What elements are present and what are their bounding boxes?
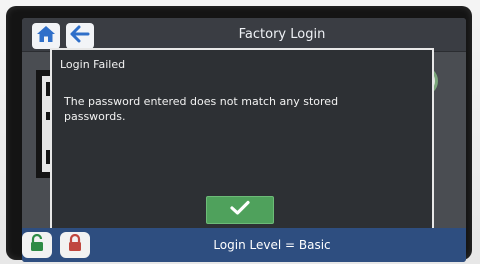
checkmark-icon [230,200,250,220]
dialog-title: Login Failed [60,58,126,71]
footer-bar: Login Level = Basic [22,228,466,262]
lock-icon [67,233,83,256]
page-title: Factory Login [238,27,326,42]
home-button[interactable] [32,23,60,49]
lock-button[interactable] [60,232,90,258]
header-bar: Factory Login [22,18,466,52]
unlock-button[interactable] [22,232,52,258]
unlock-icon [29,233,45,256]
back-arrow-icon [70,25,90,47]
login-level-status: Login Level = Basic [213,238,331,252]
home-icon [36,25,56,47]
login-failed-dialog: Login Failed The password entered does n… [50,48,434,232]
back-button[interactable] [66,23,94,49]
touch-screen: Factory Login utes Login Failed The pass… [22,18,466,262]
confirm-button[interactable] [206,196,274,224]
dialog-message: The password entered does not match any … [64,95,339,123]
